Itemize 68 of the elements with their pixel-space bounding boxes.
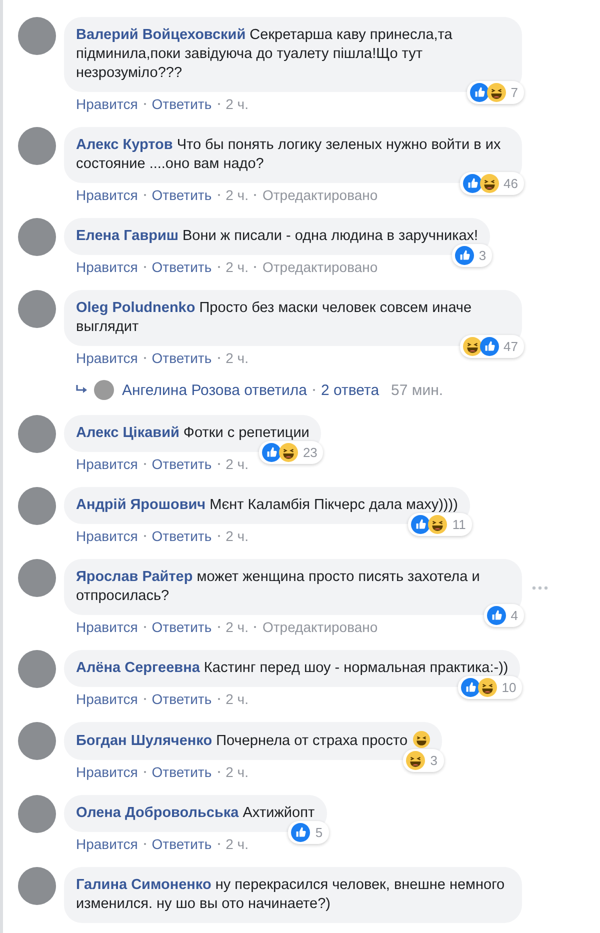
edited-label[interactable]: Отредактировано [262, 257, 378, 277]
author-name[interactable]: Валерий Войцеховский [76, 27, 246, 43]
comment-action-link[interactable]: Ответить [152, 454, 212, 474]
comment-text: Елена Гавриш Вони ж писали - одна людина в заручниках! [76, 227, 478, 246]
comment-time[interactable]: 2 ч. [226, 94, 248, 114]
comment-text: Алекс Куртов Что бы понять логику зеленых нужно войти в их состояние ....оно вам надо? [76, 136, 502, 174]
comment-time[interactable]: 2 ч. [226, 526, 248, 546]
comment-text: Алёна Сергеевна Кастинг перед шоу - нормальная практика:-)) [76, 659, 508, 678]
comment-action-link[interactable]: Нравится [76, 689, 138, 709]
comment-action-link[interactable]: Ответить [152, 526, 212, 546]
author-name[interactable]: Алёна Сергеевна [76, 660, 200, 676]
author-name[interactable]: Богдан Шуляченко [76, 733, 212, 749]
author-name[interactable]: Алекс Куртов [76, 137, 173, 153]
comment-action-link[interactable]: Ответить [152, 617, 212, 637]
author-name[interactable]: Алекс Цікавий [76, 425, 180, 441]
author-name[interactable]: Ярослав Райтер [76, 569, 193, 585]
reaction-count[interactable]: 4 [484, 604, 524, 627]
author-name[interactable]: Галина Симоненко [76, 877, 212, 893]
comment-action-link[interactable]: Нравится [76, 185, 138, 205]
comment-time[interactable]: 2 ч. [226, 185, 248, 205]
reaction-count[interactable]: 23 [258, 441, 324, 464]
comment-action-link[interactable]: Нравится [76, 762, 138, 782]
comment-action-link[interactable]: Нравится [76, 348, 138, 368]
comment-action-link[interactable]: Нравится [76, 257, 138, 277]
comment-time[interactable]: 2 ч. [226, 689, 248, 709]
author-name[interactable]: Олена Добровольська [76, 805, 239, 821]
comment-action-link[interactable]: Ответить [152, 689, 212, 709]
comment-text: Валерий Войцеховский Секретарша каву принесла,та підминила,поки завідуюча до туалету пішла!Що тут незрозуміло??? [76, 26, 454, 83]
author-name[interactable]: Oleg Poludnenko [76, 300, 196, 316]
comment-text: Oleg Poludnenko Просто без маски человек совсем иначе выглядит [76, 299, 473, 337]
comment-action-link[interactable]: Нравится [76, 94, 138, 114]
comment-action-link[interactable]: Ответить [152, 94, 212, 114]
reaction-count[interactable]: 10 [458, 676, 522, 699]
comment-action-link[interactable]: Нравится [76, 526, 138, 546]
comment-action-link[interactable]: Ответить [152, 348, 212, 368]
comment-text: Ярослав Райтер может женщина просто писять захотела и отпросилась? [76, 568, 481, 606]
comment-time[interactable]: 2 ч. [226, 834, 248, 854]
comment-time[interactable]: 2 ч. [226, 762, 248, 782]
comment-text: Богдан Шуляченко Почернела от страха просто [76, 731, 430, 751]
comment-time[interactable]: 2 ч. [226, 454, 248, 474]
reply-time: 57 мин. [391, 382, 444, 398]
comment-action-link[interactable]: Нравится [76, 834, 138, 854]
comment-time[interactable]: 2 ч. [226, 348, 248, 368]
reaction-count[interactable]: 11 [408, 513, 472, 536]
comment-text: Олена Добровольська Ахтижйопт [76, 804, 315, 823]
reaction-count[interactable]: 3 [403, 749, 444, 772]
reaction-count[interactable]: 3 [452, 244, 492, 267]
comment-time[interactable]: 2 ч. [226, 617, 248, 637]
replies-link[interactable]: 2 ответа [320, 382, 380, 398]
comment-action-link[interactable]: Нравится [76, 617, 138, 637]
reaction-count[interactable]: 46 [460, 172, 524, 195]
reaction-count[interactable]: 7 [466, 81, 524, 104]
author-name[interactable]: Андрій Ярошович [76, 497, 206, 513]
comment-text: Галина Симоненко ну перекрасился человек, внешне немного изменился. ну шо вы ото начинаете?) [76, 876, 506, 914]
reaction-count[interactable]: 5 [288, 821, 329, 844]
edited-label[interactable]: Отредактировано [262, 617, 378, 637]
author-name[interactable]: Елена Гавриш [76, 228, 178, 244]
comment-action-link[interactable]: Нравится [76, 454, 138, 474]
replies-link[interactable]: Ангелина Розова ответила [122, 382, 307, 398]
comment-action-link[interactable]: Ответить [152, 834, 212, 854]
comment-text: Андрій Ярошович Мєнт Каламбія Пікчерс дала маху)))) [76, 496, 458, 515]
comment-action-link[interactable]: Ответить [152, 185, 212, 205]
reaction-count[interactable]: 47 [460, 335, 524, 358]
edited-label[interactable]: Отредактировано [262, 185, 378, 205]
comment-action-link[interactable]: Ответить [152, 762, 212, 782]
comment-time[interactable]: 2 ч. [226, 257, 248, 277]
comment-text: Алекс Цікавий Фотки с репетиции [76, 424, 310, 443]
comment-action-link[interactable]: Ответить [152, 257, 212, 277]
